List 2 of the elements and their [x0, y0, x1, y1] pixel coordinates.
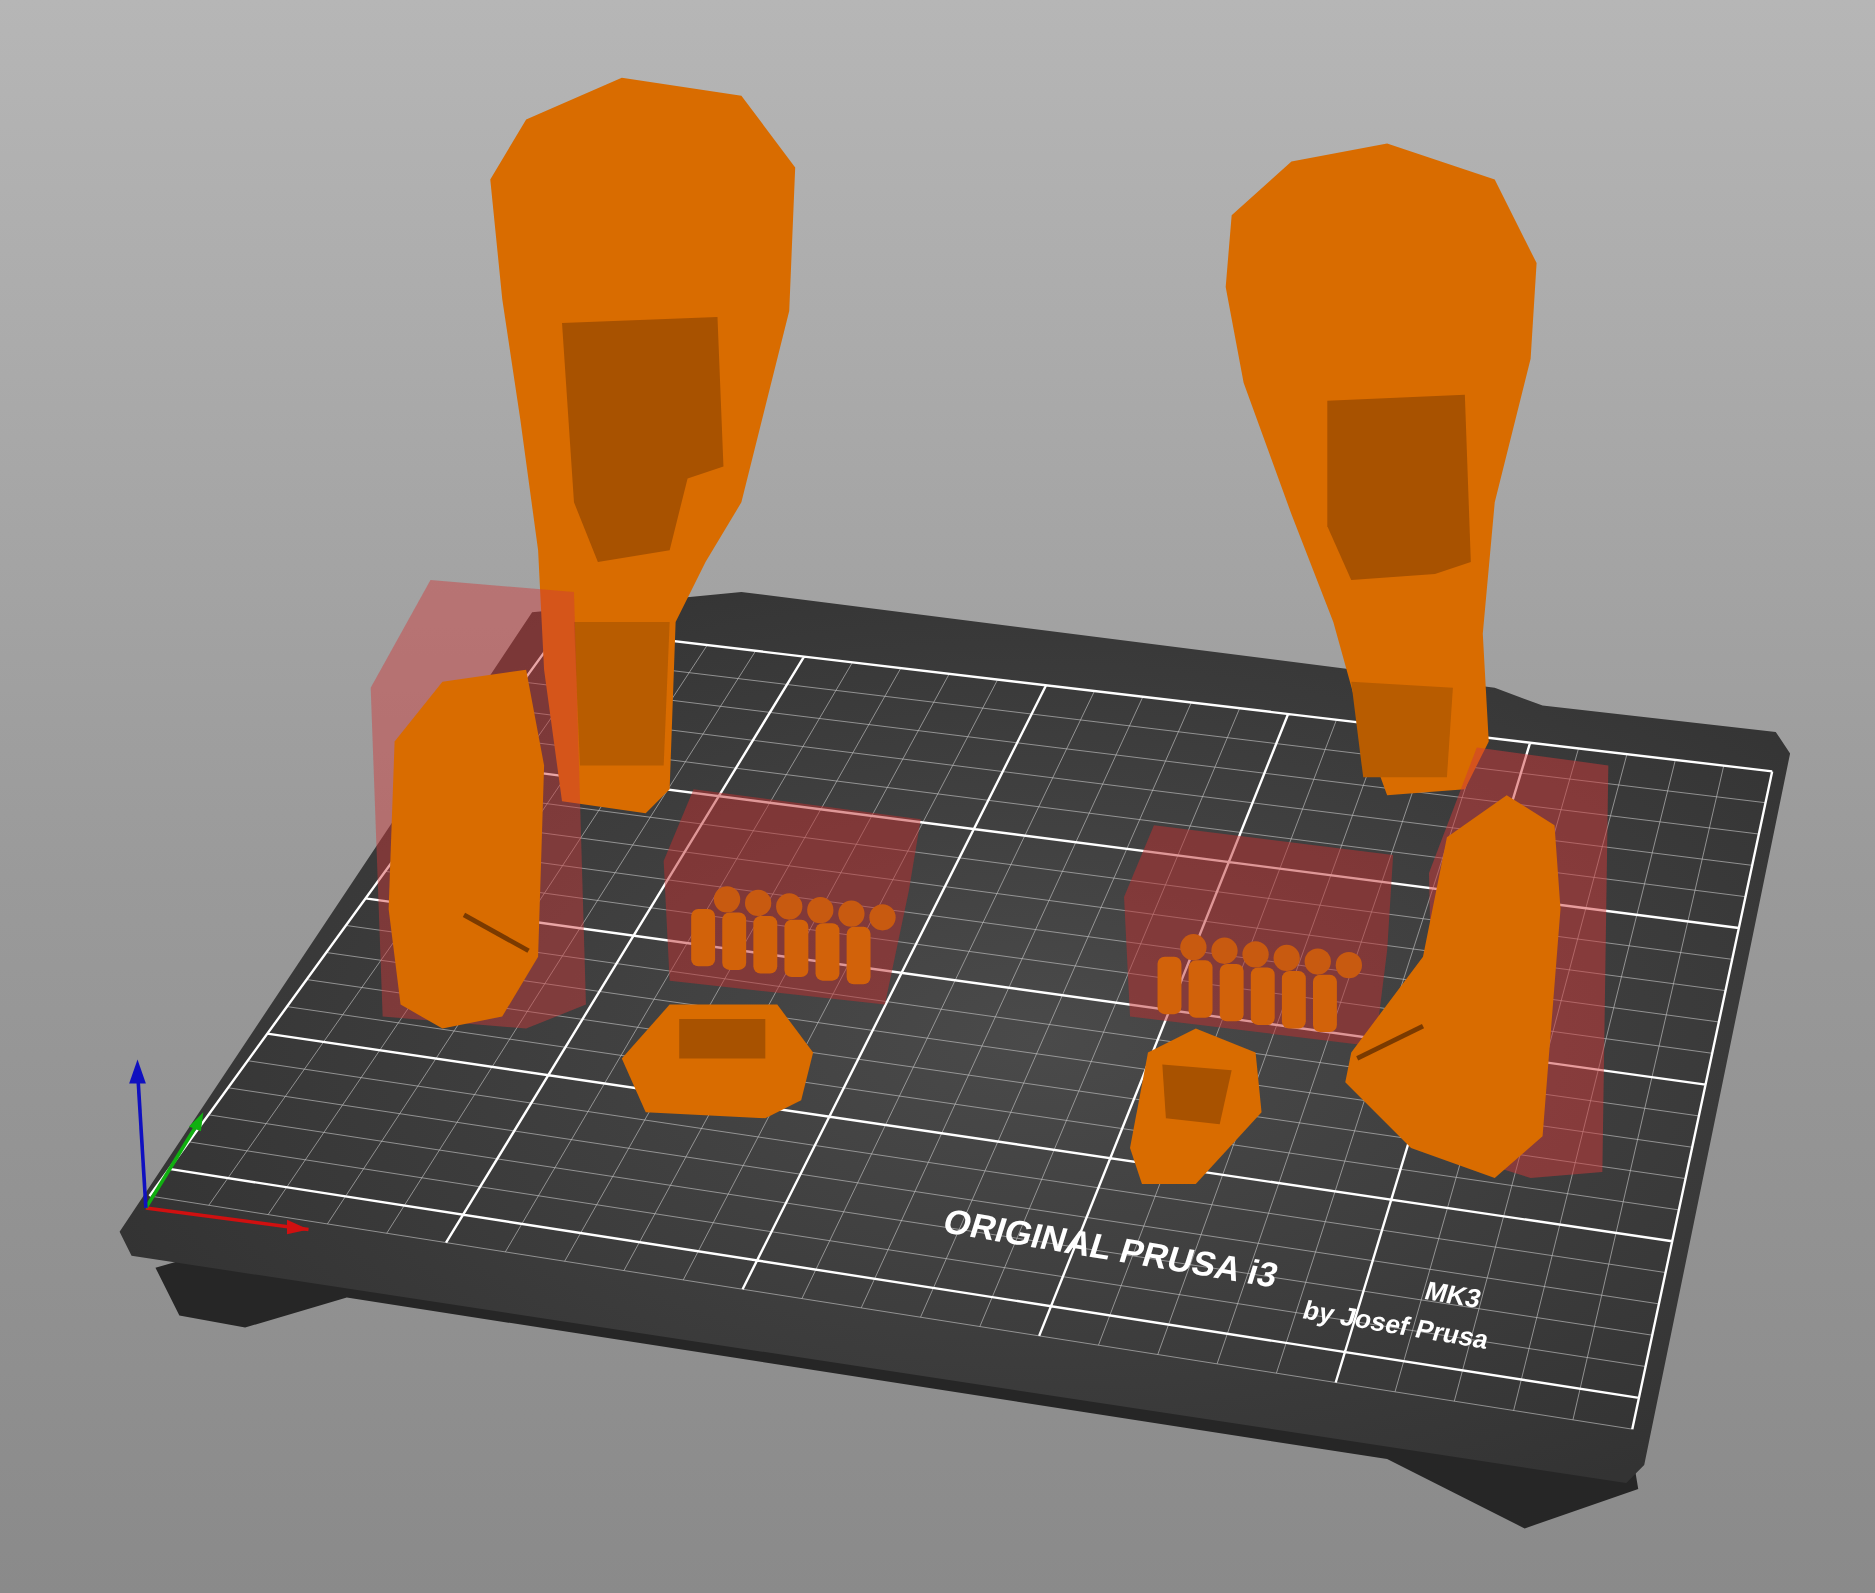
bed-model-label: MK3 [1421, 1275, 1485, 1314]
bed-label: ORIGINAL PRUSA i3 [938, 1201, 1284, 1295]
